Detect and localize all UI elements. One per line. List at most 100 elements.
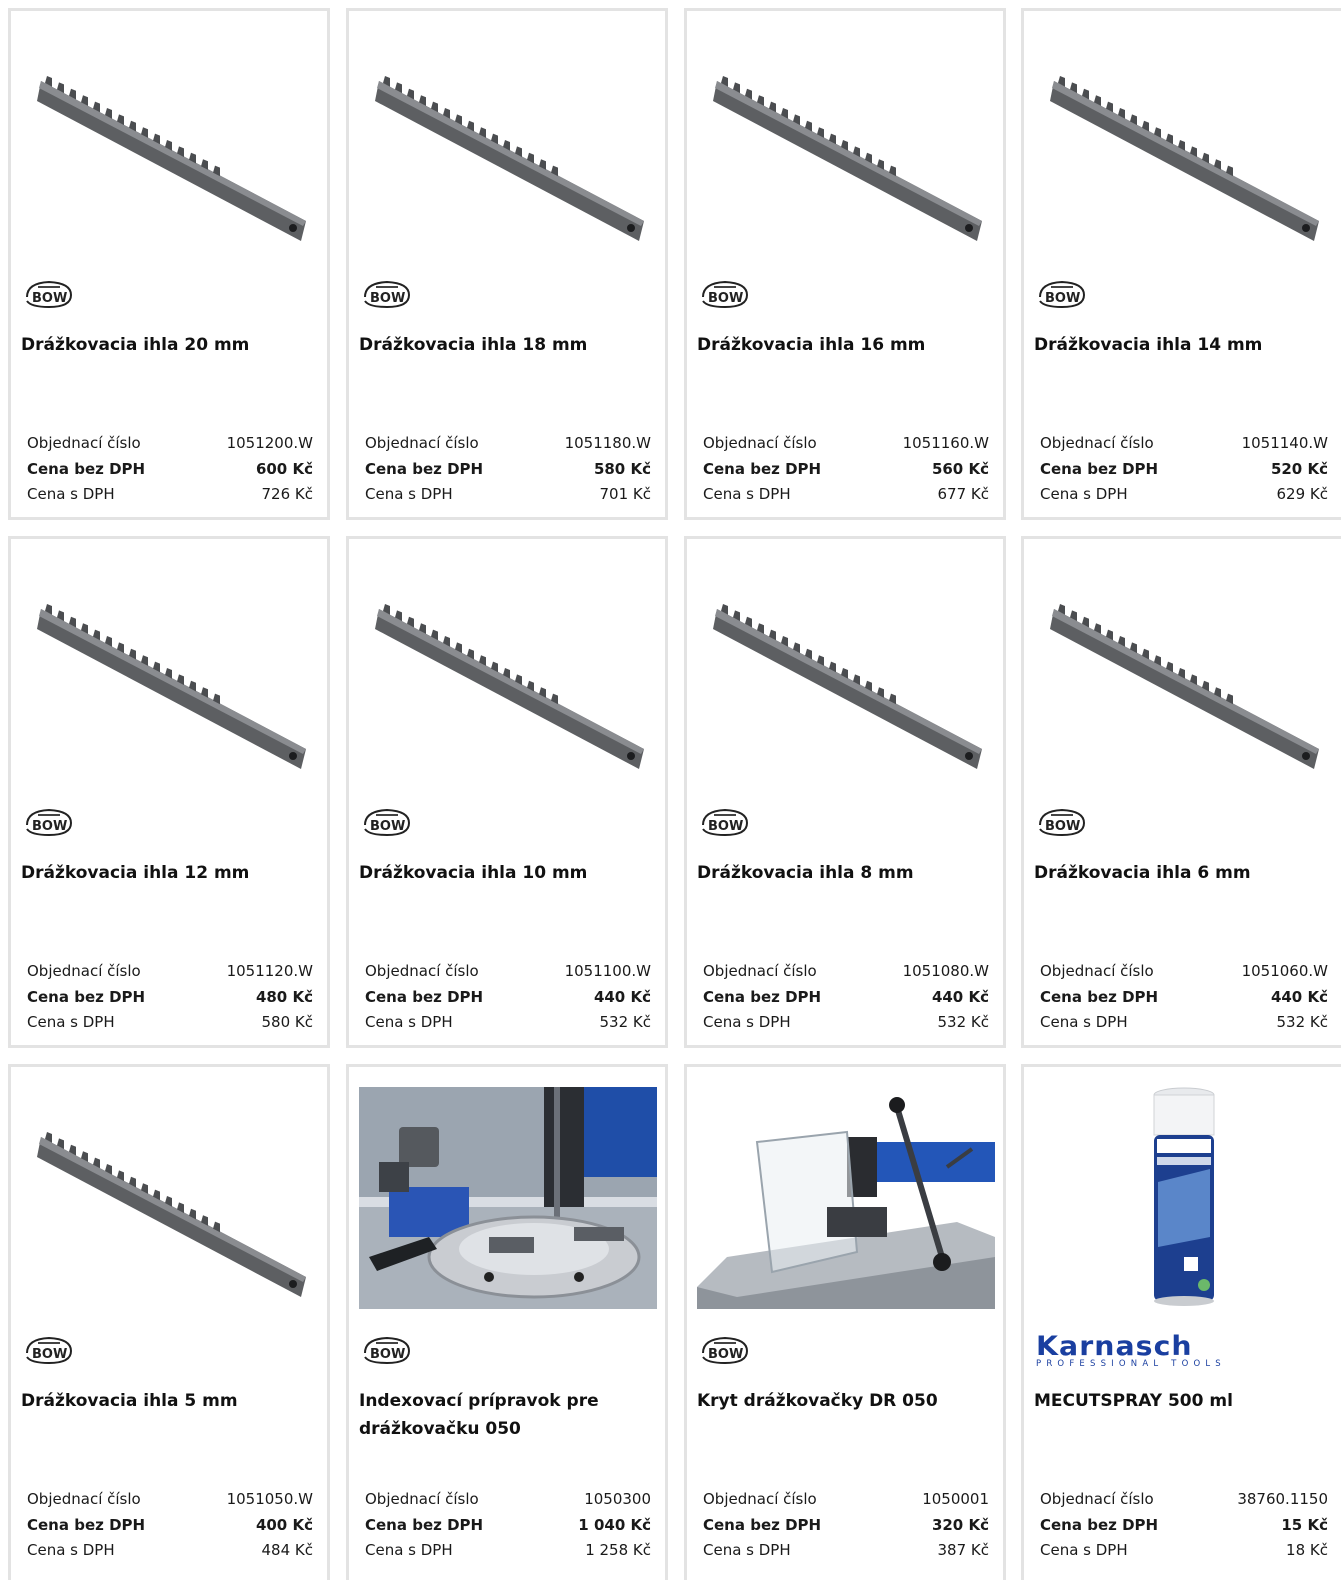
keyway-broach-image	[37, 604, 306, 769]
keyway-broach-image	[1050, 604, 1319, 769]
order-number-value: 1051180.W	[564, 434, 651, 452]
price-vat-label: Cena s DPH	[1040, 485, 1128, 503]
price-vat-value: 532 Kč	[1276, 1013, 1328, 1031]
product-card[interactable]: BOW Indexovací prípravok pre drážkovačku…	[346, 1064, 668, 1580]
product-card[interactable]: BOW Drážkovacia ihla 6 mm Objednací čísl…	[1021, 536, 1341, 1048]
bow-logo: BOW	[21, 277, 77, 309]
bow-logo: BOW	[1034, 277, 1090, 309]
order-number-label: Objednací číslo	[27, 1490, 141, 1508]
product-image[interactable]	[1034, 1087, 1332, 1309]
price-vat-value: 701 Kč	[599, 485, 651, 503]
price-vat-label: Cena s DPH	[27, 1013, 115, 1031]
product-image[interactable]	[1034, 559, 1332, 781]
price-no-vat-value: 600 Kč	[255, 459, 313, 478]
order-number-label: Objednací číslo	[27, 962, 141, 980]
order-number-value: 1051120.W	[226, 962, 313, 980]
product-image[interactable]	[697, 559, 995, 781]
product-image[interactable]	[697, 31, 995, 253]
keyway-broach-image	[713, 76, 982, 241]
product-title[interactable]: MECUTSPRAY 500 ml	[1034, 1387, 1324, 1415]
product-image[interactable]	[21, 1087, 319, 1309]
product-image[interactable]	[21, 559, 319, 781]
keyway-broach-image	[375, 76, 644, 241]
svg-text:BOW: BOW	[708, 1347, 743, 1362]
price-vat-label: Cena s DPH	[1040, 1541, 1128, 1559]
order-number-value: 1051200.W	[226, 434, 313, 452]
svg-text:BOW: BOW	[1045, 291, 1080, 306]
product-card[interactable]: BOW Kryt drážkovačky DR 050 Objednací čí…	[684, 1064, 1006, 1580]
keyway-broach-image	[37, 1132, 306, 1297]
price-no-vat-label: Cena bez DPH	[365, 459, 484, 478]
order-number-label: Objednací číslo	[365, 434, 479, 452]
product-specs: Objednací číslo 1051180.W Cena bez DPH 580…	[365, 431, 651, 508]
product-image[interactable]	[1034, 31, 1332, 253]
price-no-vat-label: Cena bez DPH	[1040, 987, 1159, 1006]
bow-logo: BOW	[1034, 805, 1090, 837]
product-card[interactable]: BOW Drážkovacia ihla 5 mm Objednací čísl…	[8, 1064, 330, 1580]
price-no-vat-label: Cena bez DPH	[27, 1515, 146, 1534]
price-no-vat-label: Cena bez DPH	[365, 1515, 484, 1534]
product-title[interactable]: Drážkovacia ihla 6 mm	[1034, 859, 1324, 887]
price-no-vat-value: 15 Kč	[1281, 1515, 1328, 1534]
product-image[interactable]	[697, 1087, 995, 1309]
product-specs: Objednací číslo 1051050.W Cena bez DPH 400…	[27, 1487, 313, 1564]
product-title[interactable]: Kryt drážkovačky DR 050	[697, 1387, 987, 1415]
product-specs: Objednací číslo 1051200.W Cena bez DPH 600…	[27, 431, 313, 508]
product-card[interactable]: BOW Drážkovacia ihla 10 mm Objednací čís…	[346, 536, 668, 1048]
order-number-label: Objednací číslo	[365, 1490, 479, 1508]
product-card[interactable]: BOW Drážkovacia ihla 20 mm Objednací čís…	[8, 8, 330, 520]
product-image[interactable]	[359, 31, 657, 253]
price-no-vat-label: Cena bez DPH	[703, 459, 822, 478]
product-card[interactable]: BOW Drážkovacia ihla 16 mm Objednací čís…	[684, 8, 1006, 520]
bow-logo: BOW	[697, 1333, 753, 1365]
product-title[interactable]: Drážkovacia ihla 16 mm	[697, 331, 987, 359]
product-specs: Objednací číslo 1051080.W Cena bez DPH 440…	[703, 959, 989, 1036]
price-vat-value: 677 Kč	[937, 485, 989, 503]
product-card[interactable]: BOW Drážkovacia ihla 12 mm Objednací čís…	[8, 536, 330, 1048]
order-number-label: Objednací číslo	[1040, 434, 1154, 452]
product-title[interactable]: Indexovací prípravok pre drážkovačku 050	[359, 1387, 649, 1443]
product-title[interactable]: Drážkovacia ihla 20 mm	[21, 331, 311, 359]
price-no-vat-value: 580 Kč	[593, 459, 651, 478]
bow-logo-icon: BOW	[702, 808, 749, 837]
order-number-label: Objednací číslo	[703, 434, 817, 452]
svg-text:BOW: BOW	[1045, 819, 1080, 834]
bow-logo: BOW	[21, 805, 77, 837]
price-vat-label: Cena s DPH	[365, 485, 453, 503]
order-number-label: Objednací číslo	[703, 962, 817, 980]
order-number-label: Objednací číslo	[1040, 962, 1154, 980]
price-no-vat-value: 560 Kč	[931, 459, 989, 478]
price-no-vat-value: 440 Kč	[931, 987, 989, 1006]
product-title[interactable]: Drážkovacia ihla 18 mm	[359, 331, 649, 359]
product-card[interactable]: BOW Drážkovacia ihla 18 mm Objednací čís…	[346, 8, 668, 520]
product-image[interactable]	[21, 31, 319, 253]
product-image[interactable]	[359, 559, 657, 781]
bow-logo-icon: BOW	[364, 1336, 411, 1365]
product-title[interactable]: Drážkovacia ihla 8 mm	[697, 859, 987, 887]
product-title[interactable]: Drážkovacia ihla 12 mm	[21, 859, 311, 887]
bow-logo-icon: BOW	[702, 1336, 749, 1365]
price-no-vat-label: Cena bez DPH	[27, 987, 146, 1006]
product-title[interactable]: Drážkovacia ihla 14 mm	[1034, 331, 1324, 359]
bow-logo-icon: BOW	[702, 280, 749, 309]
price-no-vat-label: Cena bez DPH	[1040, 1515, 1159, 1534]
keyway-broach-image	[375, 604, 644, 769]
price-vat-label: Cena s DPH	[27, 485, 115, 503]
product-title[interactable]: Drážkovacia ihla 10 mm	[359, 859, 649, 887]
bow-logo-icon: BOW	[26, 1336, 73, 1365]
bow-logo: BOW	[697, 805, 753, 837]
bow-logo-icon: BOW	[364, 280, 411, 309]
karnasch-logo-wordmark: Karnasch	[1036, 1331, 1193, 1362]
product-image[interactable]	[359, 1087, 657, 1309]
product-specs: Objednací číslo 1051160.W Cena bez DPH 560…	[703, 431, 989, 508]
order-number-label: Objednací číslo	[703, 1490, 817, 1508]
bow-logo-icon: BOW	[1039, 808, 1086, 837]
price-vat-value: 484 Kč	[261, 1541, 313, 1559]
product-card[interactable]: BOW Drážkovacia ihla 8 mm Objednací čísl…	[684, 536, 1006, 1048]
price-vat-value: 580 Kč	[261, 1013, 313, 1031]
product-card[interactable]: Karnasch PROFESSIONAL TOOLS MECUTSPRAY 5…	[1021, 1064, 1341, 1580]
product-card[interactable]: BOW Drážkovacia ihla 14 mm Objednací čís…	[1021, 8, 1341, 520]
price-no-vat-label: Cena bez DPH	[365, 987, 484, 1006]
price-no-vat-value: 520 Kč	[1270, 459, 1328, 478]
product-title[interactable]: Drážkovacia ihla 5 mm	[21, 1387, 311, 1415]
